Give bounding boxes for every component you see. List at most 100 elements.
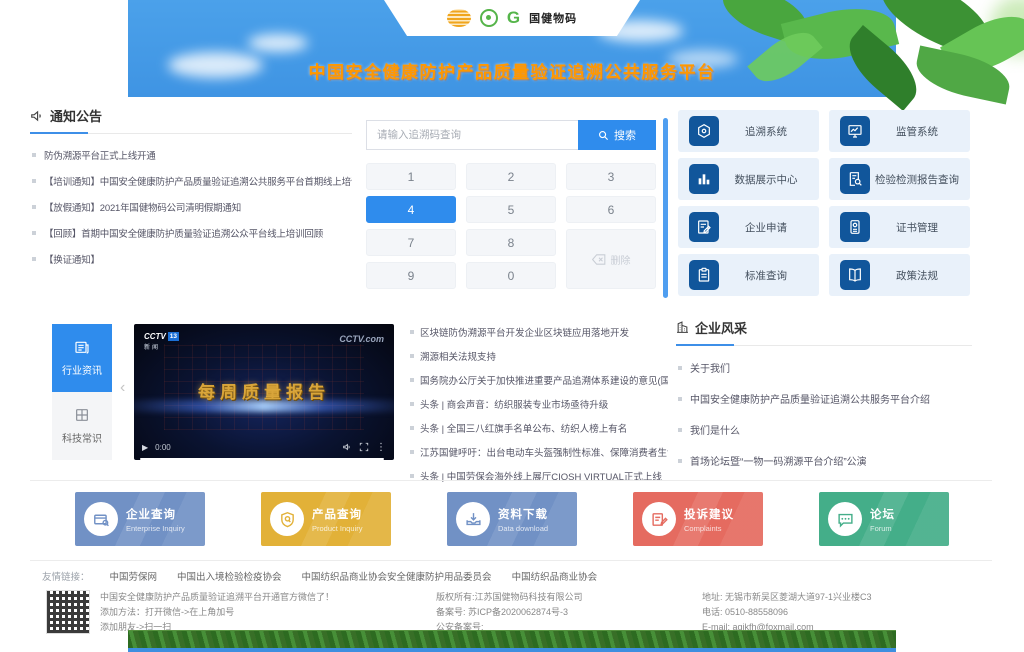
brand-name: 国健物码: [529, 10, 577, 26]
notice-item[interactable]: 【放假通知】2021年国健物码公司清明假期通知: [30, 194, 352, 220]
footer-link[interactable]: 中国劳保网: [110, 569, 158, 583]
service-tile-policies[interactable]: 政策法规: [829, 254, 970, 296]
banner-complaints[interactable]: 投诉建议 Complaints: [633, 492, 763, 546]
video-player[interactable]: CCTV 13 新闻 CCTV.com 每周质量报告 ▶ 0:00 ⋮: [134, 324, 394, 460]
service-label: 监管系统: [870, 124, 970, 139]
monitor-chart-icon: [840, 116, 870, 146]
keypad-key-3[interactable]: 3: [566, 163, 656, 190]
service-tile-certificate-management[interactable]: 证书管理: [829, 206, 970, 248]
tab-science-knowledge[interactable]: 科技常识: [52, 392, 112, 460]
service-tile-data-center[interactable]: 数据展示中心: [678, 158, 819, 200]
cloud-decoration: [248, 34, 308, 52]
footer-link[interactable]: 中国纺织品商业协会: [512, 569, 598, 583]
bottom-blue-bar: [128, 648, 896, 652]
banner-subtitle: Data download: [498, 524, 548, 533]
footer-link[interactable]: 中国纺织品商业协会安全健康防护用品委员会: [302, 569, 492, 583]
section-divider: [30, 480, 992, 481]
service-tile-supervision-system[interactable]: 监管系统: [829, 110, 970, 152]
news-item[interactable]: 国务院办公厅关于加快推进重要产品追溯体系建设的意见(国办发〔2015〕9...: [408, 368, 668, 392]
keypad-key-4-active[interactable]: 4: [366, 196, 456, 223]
copyright-info: 版权所有:江苏国健物码科技有限公司 备案号: 苏ICP备2020062874号-…: [436, 590, 696, 635]
clipboard-icon: [689, 260, 719, 290]
gold-emblem-logo-icon: [447, 9, 471, 27]
contact-info: 地址: 无锡市新吴区菱湖大道97-1兴业楼C3 电话: 0510-8855809…: [702, 590, 982, 635]
keypad-key-9[interactable]: 9: [366, 262, 456, 289]
service-label: 追溯系统: [719, 124, 819, 139]
complaint-icon: [642, 502, 676, 536]
service-label: 数据展示中心: [719, 172, 819, 187]
service-tile-report-query[interactable]: 检验检测报告查询: [829, 158, 970, 200]
keypad-key-6[interactable]: 6: [566, 196, 656, 223]
news-item[interactable]: 头条 | 商会声音：纺织服装专业市场亟待升级: [408, 392, 668, 416]
newspaper-icon: [74, 339, 90, 355]
trace-code-input[interactable]: [366, 120, 578, 150]
keypad-delete-key[interactable]: 删除: [566, 229, 656, 289]
phone-line: 电话: 0510-88558096: [702, 605, 982, 620]
banner-subtitle: Enterprise Inquiry: [126, 524, 185, 533]
tab-label: 行业资讯: [62, 362, 102, 377]
video-progress-bar[interactable]: [140, 458, 384, 460]
banner-subtitle: Complaints: [684, 524, 734, 533]
product-inquiry-icon: [270, 502, 304, 536]
enterprise-header: 企业风采: [676, 318, 972, 346]
news-item[interactable]: 头条 | 中国劳保会海外线上展厅CIOSH VIRTUAL正式上线: [408, 464, 668, 488]
notice-item[interactable]: 【换证通知】: [30, 246, 352, 272]
service-label: 标准查询: [719, 268, 819, 283]
carousel-prev-arrow[interactable]: ‹: [120, 380, 125, 396]
service-tile-standards-query[interactable]: 标准查询: [678, 254, 819, 296]
banner-title: 资料下载: [498, 506, 548, 522]
news-item[interactable]: 头条 | 全国三八红旗手名单公布、纺织人榜上有名: [408, 416, 668, 440]
banner-data-download[interactable]: 资料下载 Data download: [447, 492, 577, 546]
news-item[interactable]: 江苏国健呼吁：出台电动车头盔强制性标准、保障消费者生命安全: [408, 440, 668, 464]
backspace-icon: [592, 254, 606, 265]
footer-divider: [30, 560, 992, 561]
play-icon[interactable]: ▶: [142, 443, 148, 452]
banner-title: 产品查询: [312, 506, 362, 522]
footer-link[interactable]: 中国出入境检验检疫协会: [177, 569, 282, 583]
fullscreen-icon[interactable]: [359, 442, 369, 452]
certificate-icon: [840, 212, 870, 242]
wechat-line: 添加方法：打开微信->在上角加号: [100, 605, 420, 620]
icp-line: 备案号: 苏ICP备2020062874号-3: [436, 605, 696, 620]
banner-forum[interactable]: 论坛 Forum: [819, 492, 949, 546]
grid-book-icon: [74, 407, 90, 423]
enterprise-item[interactable]: 关于我们: [676, 352, 972, 383]
volume-icon[interactable]: [342, 442, 352, 452]
news-item[interactable]: 溯源相关法规支持: [408, 344, 668, 368]
keypad-key-8[interactable]: 8: [466, 229, 556, 256]
more-options-icon[interactable]: ⋮: [376, 442, 386, 453]
keypad-key-7[interactable]: 7: [366, 229, 456, 256]
enterprise-item[interactable]: 首场论坛暨“一物一码溯源平台介绍”公演: [676, 445, 972, 476]
bar-chart-icon: [689, 164, 719, 194]
banner-enterprise-inquiry[interactable]: 企业查询 Enterprise Inquiry: [75, 492, 205, 546]
banner-title: 企业查询: [126, 506, 185, 522]
wechat-line: 中国安全健康防护产品质量验证追溯平台开通官方微信了！: [100, 590, 420, 605]
keypad-key-0[interactable]: 0: [466, 262, 556, 289]
notice-item[interactable]: 【培训通知】中国安全健康防护产品质量验证追溯公共服务平台首期线上培训通知: [30, 168, 352, 194]
search-button-label: 搜索: [614, 127, 636, 143]
enterprise-item[interactable]: 中国安全健康防护产品质量验证追溯公共服务平台介绍: [676, 383, 972, 414]
report-search-icon: [840, 164, 870, 194]
keypad-key-5[interactable]: 5: [466, 196, 556, 223]
keypad-key-1[interactable]: 1: [366, 163, 456, 190]
banner-product-inquiry[interactable]: 产品查询 Product Inquiry: [261, 492, 391, 546]
notices-title: 通知公告: [50, 106, 102, 125]
search-button[interactable]: 搜索: [578, 120, 656, 150]
enterprise-inquiry-icon: [84, 502, 118, 536]
notices-panel: 通知公告 防伪溯源平台正式上线开通 【培训通知】中国安全健康防护产品质量验证追溯…: [30, 106, 352, 272]
copyright-line: 版权所有:江苏国健物码科技有限公司: [436, 590, 696, 605]
search-icon: [598, 130, 609, 141]
notice-item[interactable]: 【回顾】首期中国安全健康防护质量验证追溯公众平台线上培训回顾: [30, 220, 352, 246]
enterprise-item[interactable]: 我们是什么: [676, 414, 972, 445]
tab-industry-news[interactable]: 行业资讯: [52, 324, 112, 392]
service-tile-enterprise-apply[interactable]: 企业申请: [678, 206, 819, 248]
keypad-key-2[interactable]: 2: [466, 163, 556, 190]
cctv-com-watermark: CCTV.com: [339, 334, 384, 344]
tab-label: 科技常识: [62, 430, 102, 445]
trace-search-bar: 搜索: [366, 120, 656, 150]
keypad-delete-label: 删除: [611, 252, 631, 267]
service-tile-trace-system[interactable]: 追溯系统: [678, 110, 819, 152]
notice-item[interactable]: 防伪溯源平台正式上线开通: [30, 142, 352, 168]
grass-decoration: [128, 630, 896, 648]
news-item[interactable]: 区块链防伪溯源平台开发企业区块链应用落地开发: [408, 320, 668, 344]
